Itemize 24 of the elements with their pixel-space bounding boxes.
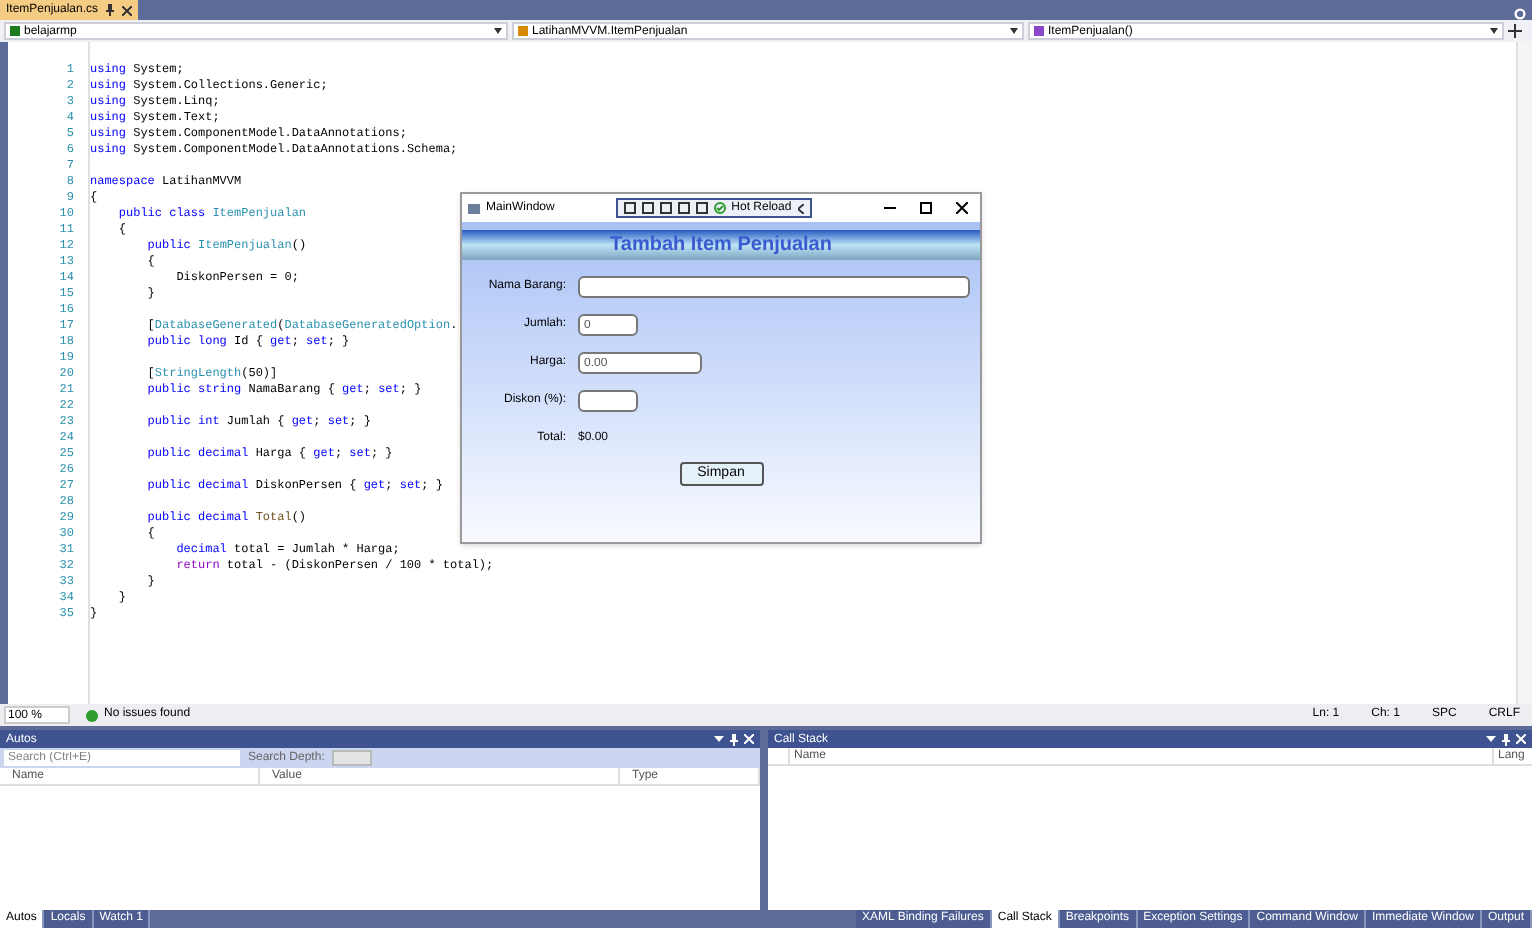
check-circle-icon <box>713 202 726 214</box>
split-icon[interactable] <box>1508 24 1522 38</box>
pin-icon[interactable] <box>1502 733 1510 745</box>
code-item-icon <box>10 26 20 36</box>
pin-icon[interactable] <box>106 4 115 16</box>
input-field[interactable] <box>578 276 970 298</box>
code-item-icon <box>518 26 528 36</box>
chevron-left-icon[interactable] <box>797 203 804 213</box>
caret-icon <box>1490 28 1498 34</box>
input-field[interactable] <box>578 390 638 412</box>
caret-icon <box>494 28 502 34</box>
minimize-icon[interactable] <box>883 202 896 214</box>
dropdown-icon[interactable] <box>714 735 724 743</box>
code-item-icon <box>1034 26 1044 36</box>
vertical-scrollbar[interactable] <box>1516 42 1532 704</box>
form-heading: Tambah Item Penjualan <box>610 232 832 260</box>
dropdown-icon[interactable] <box>1486 735 1496 743</box>
maximize-icon[interactable] <box>919 202 932 214</box>
check-circle-icon <box>86 709 98 721</box>
close-icon[interactable] <box>955 202 968 214</box>
caret-icon <box>1010 28 1018 34</box>
pin-icon[interactable] <box>730 733 738 745</box>
close-icon[interactable] <box>122 5 133 15</box>
app-icon <box>468 203 480 213</box>
